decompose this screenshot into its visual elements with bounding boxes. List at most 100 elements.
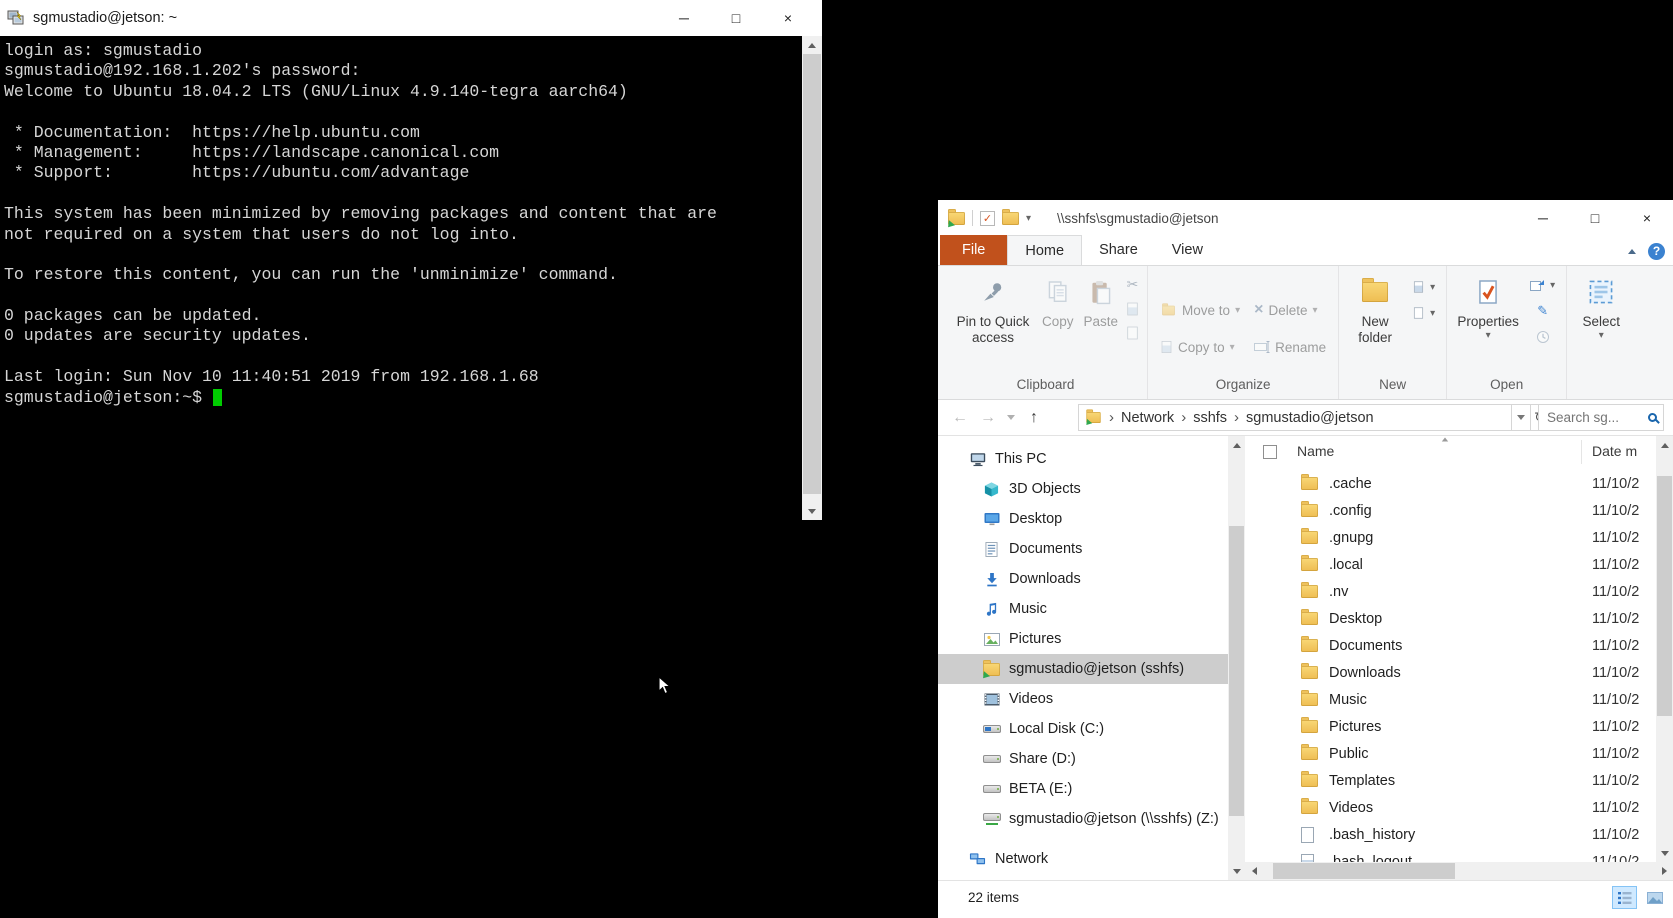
- scroll-up-icon[interactable]: [1228, 436, 1245, 454]
- up-button[interactable]: ↑: [1020, 405, 1048, 431]
- scrollbar-thumb[interactable]: [1657, 476, 1672, 716]
- file-row[interactable]: Videos11/10/2: [1245, 794, 1673, 821]
- scrollbar-thumb[interactable]: [1229, 526, 1244, 816]
- navigation-pane-scrollbar[interactable]: [1228, 436, 1245, 880]
- sidebar-item-sshfs-drive-z[interactable]: sgmustadio@jetson (\\sshfs) (Z:): [938, 804, 1228, 834]
- sidebar-item-documents[interactable]: Documents: [938, 534, 1228, 564]
- properties-button[interactable]: Properties ▾: [1452, 268, 1524, 342]
- sidebar-item-downloads[interactable]: Downloads: [938, 564, 1228, 594]
- tab-view[interactable]: View: [1155, 235, 1220, 265]
- sidebar-item-3d-objects[interactable]: 3D Objects: [938, 474, 1228, 504]
- copy-to-button[interactable]: Copy to ▾: [1157, 335, 1243, 359]
- sidebar-item-desktop[interactable]: Desktop: [938, 504, 1228, 534]
- forward-button[interactable]: →: [974, 405, 1002, 431]
- collapse-ribbon-icon[interactable]: [1628, 249, 1636, 254]
- putty-maximize-button[interactable]: □: [710, 0, 762, 36]
- scroll-down-icon[interactable]: [1228, 862, 1245, 880]
- column-divider[interactable]: [1581, 440, 1582, 464]
- search-box[interactable]: [1538, 404, 1664, 431]
- thumbnail-view-button[interactable]: [1642, 886, 1667, 909]
- paste-button[interactable]: Paste: [1079, 268, 1124, 330]
- terminal-scrollbar-thumb[interactable]: [803, 54, 821, 494]
- scroll-down-icon[interactable]: [802, 502, 822, 520]
- putty-close-button[interactable]: ×: [762, 0, 814, 36]
- pin-to-quick-access-button[interactable]: Pin to Quick access: [949, 268, 1037, 346]
- column-header-date-modified[interactable]: Date m: [1592, 443, 1654, 459]
- recent-locations-button[interactable]: [1002, 405, 1020, 431]
- history-button[interactable]: [1533, 328, 1553, 346]
- file-row[interactable]: .bash_history11/10/2: [1245, 821, 1673, 848]
- scroll-down-icon[interactable]: [1656, 844, 1673, 862]
- sidebar-item-pictures[interactable]: Pictures: [938, 624, 1228, 654]
- file-row[interactable]: Desktop11/10/2: [1245, 605, 1673, 632]
- putty-window-title: sgmustadio@jetson: ~: [33, 10, 177, 26]
- sidebar-item-beta-e[interactable]: BETA (E:): [938, 774, 1228, 804]
- tab-share[interactable]: Share: [1082, 235, 1155, 265]
- file-row[interactable]: Downloads11/10/2: [1245, 659, 1673, 686]
- terminal-output[interactable]: login as: sgmustadio sgmustadio@192.168.…: [0, 36, 802, 520]
- breadcrumb-sgmustadio-jetson[interactable]: sgmustadio@jetson: [1246, 410, 1374, 426]
- move-to-button[interactable]: Move to ▾: [1157, 298, 1243, 322]
- easy-access-button[interactable]: ▾: [1409, 304, 1438, 322]
- open-button[interactable]: ▾: [1527, 276, 1558, 294]
- select-button[interactable]: Select ▾: [1572, 268, 1630, 342]
- cut-icon[interactable]: ✂: [1127, 276, 1139, 293]
- copy-button[interactable]: Copy: [1037, 268, 1079, 330]
- sidebar-item-local-disk-c[interactable]: Local Disk (C:): [938, 714, 1228, 744]
- putty-titlebar[interactable]: sgmustadio@jetson: ~ ─ □ ×: [0, 0, 822, 36]
- breadcrumb-sshfs[interactable]: sshfs: [1193, 410, 1227, 426]
- file-row[interactable]: Public11/10/2: [1245, 740, 1673, 767]
- new-folder-button[interactable]: New folder: [1344, 268, 1406, 346]
- breadcrumb[interactable]: › Network › sshfs › sgmustadio@jetson: [1078, 404, 1512, 431]
- terminal-scrollbar[interactable]: [802, 36, 822, 520]
- scroll-right-icon[interactable]: [1655, 862, 1673, 880]
- tab-file[interactable]: File: [940, 235, 1007, 265]
- properties-shortcut-icon[interactable]: ✓: [980, 211, 995, 226]
- sidebar-item-share-d[interactable]: Share (D:): [938, 744, 1228, 774]
- scroll-up-icon[interactable]: [802, 36, 822, 54]
- file-row[interactable]: Templates11/10/2: [1245, 767, 1673, 794]
- customize-toolbar-icon[interactable]: ▾: [1026, 213, 1031, 224]
- explorer-close-button[interactable]: ×: [1621, 200, 1673, 236]
- sidebar-item-music[interactable]: Music: [938, 594, 1228, 624]
- breadcrumb-network[interactable]: Network: [1121, 410, 1174, 426]
- search-input[interactable]: [1545, 409, 1648, 426]
- sidebar-item-this-pc[interactable]: This PC: [938, 444, 1228, 474]
- scroll-up-icon[interactable]: [1656, 436, 1673, 454]
- putty-minimize-button[interactable]: ─: [658, 0, 710, 36]
- explorer-titlebar[interactable]: ✓ ▾ \\sshfs\sgmustadio@jetson ─ □ ×: [938, 200, 1673, 236]
- file-row[interactable]: Music11/10/2: [1245, 686, 1673, 713]
- sidebar-item-sshfs[interactable]: sgmustadio@jetson (sshfs): [938, 654, 1228, 684]
- scrollbar-thumb[interactable]: [1273, 863, 1455, 879]
- back-button[interactable]: ←: [946, 405, 974, 431]
- edit-button[interactable]: ✎: [1534, 302, 1551, 320]
- details-view-button[interactable]: [1612, 886, 1637, 909]
- file-list-vscrollbar[interactable]: [1656, 436, 1673, 862]
- address-dropdown-button[interactable]: [1512, 404, 1531, 431]
- file-row[interactable]: .local11/10/2: [1245, 551, 1673, 578]
- file-row[interactable]: Pictures11/10/2: [1245, 713, 1673, 740]
- file-row[interactable]: .cache11/10/2: [1245, 470, 1673, 497]
- file-row[interactable]: .config11/10/2: [1245, 497, 1673, 524]
- tab-home[interactable]: Home: [1007, 235, 1082, 265]
- file-row[interactable]: Documents11/10/2: [1245, 632, 1673, 659]
- help-icon[interactable]: ?: [1648, 243, 1665, 260]
- scroll-left-icon[interactable]: [1245, 862, 1263, 880]
- file-row[interactable]: .gnupg11/10/2: [1245, 524, 1673, 551]
- sidebar-item-videos[interactable]: Videos: [938, 684, 1228, 714]
- sidebar-item-network[interactable]: Network: [938, 844, 1228, 874]
- chevron-down-icon: ▾: [1230, 342, 1235, 353]
- paste-shortcut-icon[interactable]: [1127, 327, 1137, 340]
- column-header-name[interactable]: Name: [1297, 443, 1334, 459]
- new-folder-shortcut-icon[interactable]: [1002, 212, 1019, 225]
- file-row[interactable]: .nv11/10/2: [1245, 578, 1673, 605]
- rename-button[interactable]: Rename: [1251, 335, 1329, 359]
- copy-path-icon[interactable]: [1127, 303, 1137, 316]
- search-icon[interactable]: [1648, 413, 1657, 422]
- explorer-maximize-button[interactable]: □: [1569, 200, 1621, 236]
- file-list-hscrollbar[interactable]: [1245, 862, 1673, 880]
- delete-button[interactable]: × Delete ▾: [1251, 298, 1329, 322]
- explorer-minimize-button[interactable]: ─: [1517, 200, 1569, 236]
- new-item-button[interactable]: ▾: [1409, 278, 1438, 296]
- select-all-checkbox[interactable]: [1263, 445, 1277, 459]
